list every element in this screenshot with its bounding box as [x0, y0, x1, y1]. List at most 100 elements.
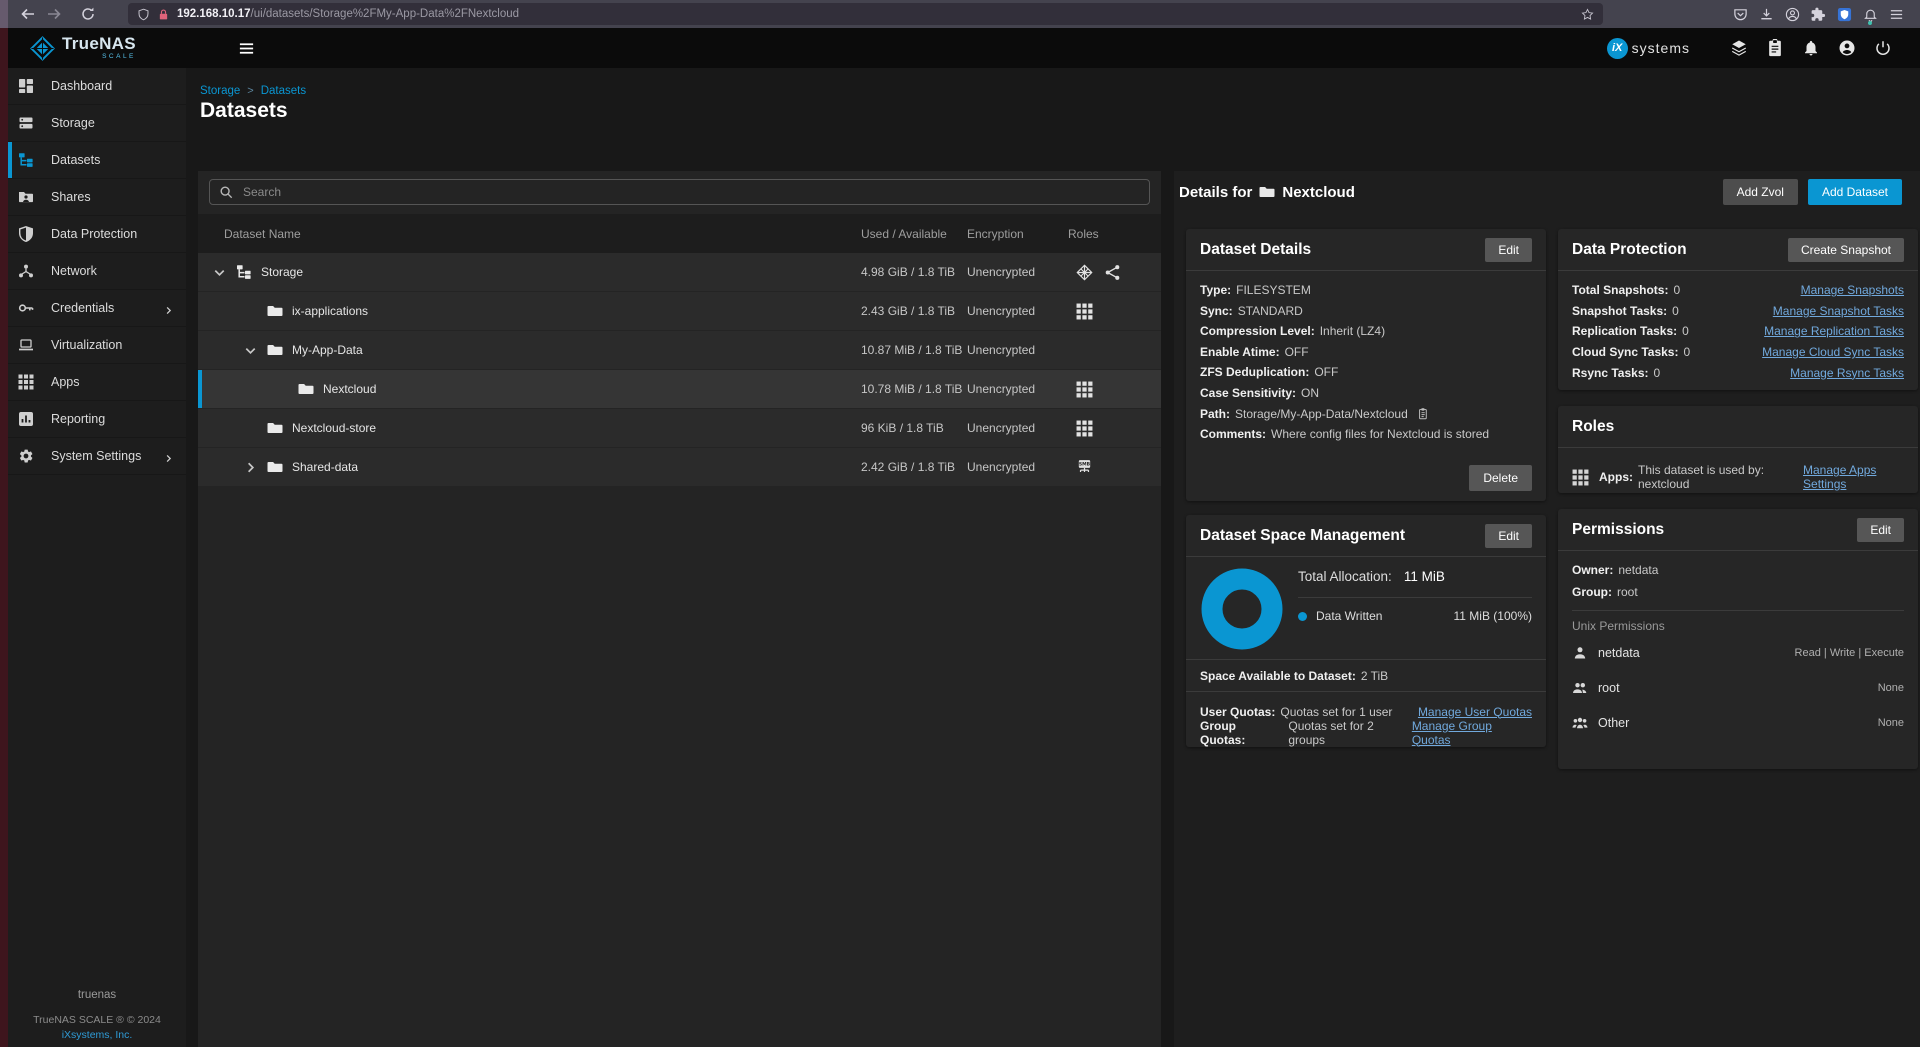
browser-menu-icon[interactable]	[1889, 7, 1904, 22]
jobs-clipboard-icon[interactable]	[1766, 39, 1784, 57]
detail-field-label: Comments:	[1200, 427, 1266, 441]
sidebar-item-virtualization[interactable]: Virtualization	[8, 327, 186, 364]
sidebar-item-label: Apps	[51, 375, 80, 389]
permission-entries: netdataRead | Write | ExecuterootNoneOth…	[1572, 635, 1904, 740]
truenas-mark-icon[interactable]	[1076, 264, 1093, 281]
manage-group-quotas-link[interactable]: Manage Group Quotas	[1412, 719, 1532, 747]
edit-permissions-button[interactable]: Edit	[1857, 518, 1904, 542]
forward-icon[interactable]	[46, 6, 62, 22]
apps-grid-icon	[1572, 469, 1589, 486]
tracking-shield-icon[interactable]	[137, 8, 150, 21]
extensions-puzzle-icon[interactable]	[1811, 7, 1826, 22]
roles-cell	[1068, 420, 1161, 437]
folder-icon	[267, 342, 283, 358]
smb-share-icon[interactable]: SMB	[1076, 459, 1093, 476]
truenas-logo[interactable]: TrueNAS SCALE	[30, 35, 136, 61]
hostname: truenas	[8, 989, 186, 1001]
table-row-storage[interactable]: Storage4.98 GiB / 1.8 TiBUnencrypted	[198, 253, 1161, 291]
company-link[interactable]: iXsystems, Inc.	[8, 1029, 186, 1041]
used-available-cell: 4.98 GiB / 1.8 TiB	[861, 265, 967, 279]
table-row-my-app-data[interactable]: My-App-Data10.87 MiB / 1.8 TiBUnencrypte…	[198, 331, 1161, 369]
sidebar-item-reporting[interactable]: Reporting	[8, 401, 186, 438]
manage-rsync-tasks-link[interactable]: Manage Rsync Tasks	[1790, 366, 1904, 380]
apps-grid-icon[interactable]	[1076, 381, 1093, 398]
detail-field: Comments:Where config files for Nextclou…	[1200, 424, 1532, 445]
bookmark-star-icon[interactable]	[1581, 8, 1594, 21]
ix-mark-icon: iX	[1607, 38, 1628, 59]
copy-path-icon[interactable]	[1417, 406, 1430, 419]
manage-replication-tasks-link[interactable]: Manage Replication Tasks	[1764, 324, 1904, 338]
chevron-right-icon[interactable]	[243, 460, 258, 475]
manage-apps-settings-link[interactable]: Manage Apps Settings	[1803, 463, 1904, 491]
dataset-name-cell: Storage	[198, 264, 861, 280]
power-icon[interactable]	[1874, 39, 1892, 57]
unix-permissions-heading: Unix Permissions	[1572, 619, 1904, 633]
pocket-icon[interactable]	[1733, 7, 1748, 22]
breadcrumb-datasets[interactable]: Datasets	[261, 85, 306, 97]
detail-field-value: OFF	[1314, 365, 1338, 379]
reload-icon[interactable]	[80, 6, 96, 22]
chevron-down-icon[interactable]	[243, 343, 258, 358]
edit-space-button[interactable]: Edit	[1485, 524, 1532, 548]
reporting-icon	[18, 411, 34, 427]
sidebar-item-datasets[interactable]: Datasets	[8, 142, 186, 179]
folder-icon	[298, 381, 314, 397]
roles-card: Roles Apps: This dataset is used by: nex…	[1558, 406, 1918, 493]
table-row-shared-data[interactable]: Shared-data2.42 GiB / 1.8 TiBUnencrypted…	[198, 448, 1161, 486]
add-zvol-button[interactable]: Add Zvol	[1723, 179, 1798, 205]
sidebar-item-credentials[interactable]: Credentials	[8, 290, 186, 327]
table-row-ix-applications[interactable]: ix-applications2.43 GiB / 1.8 TiBUnencry…	[198, 292, 1161, 330]
edit-dataset-details-button[interactable]: Edit	[1485, 238, 1532, 262]
alerts-bell-icon[interactable]	[1802, 39, 1820, 57]
space-management-title: Dataset Space Management	[1200, 527, 1405, 545]
desktop-edge	[0, 0, 8, 1047]
sidebar-item-data-protection[interactable]: Data Protection	[8, 216, 186, 253]
dataset-details-title: Dataset Details	[1200, 241, 1311, 259]
user-account-icon[interactable]	[1838, 39, 1856, 57]
add-dataset-button[interactable]: Add Dataset	[1808, 179, 1902, 205]
delete-dataset-button[interactable]: Delete	[1469, 465, 1532, 491]
table-row-nextcloud-store[interactable]: Nextcloud-store96 KiB / 1.8 TiBUnencrypt…	[198, 409, 1161, 447]
insecure-lock-icon[interactable]	[157, 8, 170, 21]
manage-snapshots-link[interactable]: Manage Snapshots	[1801, 283, 1904, 297]
roles-cell: SMB	[1068, 459, 1161, 476]
account-icon[interactable]	[1785, 7, 1800, 22]
url-bar[interactable]: 192.168.10.17/ui/datasets/Storage%2FMy-A…	[128, 3, 1603, 25]
alert-bell-icon[interactable]	[1863, 7, 1878, 22]
user-quotas-value: Quotas set for 1 user	[1280, 705, 1392, 719]
sidebar-item-label: Network	[51, 264, 97, 278]
sidebar-item-network[interactable]: Network	[8, 253, 186, 290]
table-row-nextcloud[interactable]: Nextcloud10.78 MiB / 1.8 TiBUnencrypted	[198, 370, 1161, 408]
sidebar-item-storage[interactable]: Storage	[8, 105, 186, 142]
manage-snapshot-tasks-link[interactable]: Manage Snapshot Tasks	[1773, 304, 1904, 318]
back-icon[interactable]	[20, 6, 36, 22]
sidebar-item-apps[interactable]: Apps	[8, 364, 186, 401]
apps-grid-icon[interactable]	[1076, 420, 1093, 437]
breadcrumb-storage[interactable]: Storage	[200, 85, 240, 97]
sidenav-toggle-icon[interactable]	[238, 40, 255, 57]
detail-field-label: Sync:	[1200, 304, 1233, 318]
detail-field: Enable Atime:OFF	[1200, 342, 1532, 363]
chevron-down-icon[interactable]	[212, 265, 227, 280]
search-box[interactable]	[209, 179, 1150, 205]
dataset-name-cell: My-App-Data	[198, 342, 861, 358]
truecommand-icon[interactable]	[1730, 39, 1748, 57]
manage-user-quotas-link[interactable]: Manage User Quotas	[1418, 705, 1532, 719]
protection-label: Snapshot Tasks:	[1572, 304, 1667, 318]
app-header: TrueNAS SCALE iX systems	[8, 28, 1920, 68]
manage-cloud-sync-tasks-link[interactable]: Manage Cloud Sync Tasks	[1762, 345, 1904, 359]
search-input[interactable]	[241, 184, 1140, 200]
owner-value: netdata	[1618, 563, 1658, 577]
blocker-shield-icon[interactable]	[1837, 7, 1852, 22]
sidebar-item-system-settings[interactable]: System Settings	[8, 438, 186, 475]
sidebar-item-dashboard[interactable]: Dashboard	[8, 68, 186, 105]
detail-field-label: Case Sensitivity:	[1200, 386, 1296, 400]
data-written-label: Data Written	[1316, 609, 1382, 623]
detail-field-label: ZFS Deduplication:	[1200, 365, 1309, 379]
share-icon[interactable]	[1104, 264, 1121, 281]
create-snapshot-button[interactable]: Create Snapshot	[1788, 238, 1904, 262]
shares-icon	[18, 189, 34, 205]
sidebar-item-shares[interactable]: Shares	[8, 179, 186, 216]
downloads-icon[interactable]	[1759, 7, 1774, 22]
apps-grid-icon[interactable]	[1076, 303, 1093, 320]
